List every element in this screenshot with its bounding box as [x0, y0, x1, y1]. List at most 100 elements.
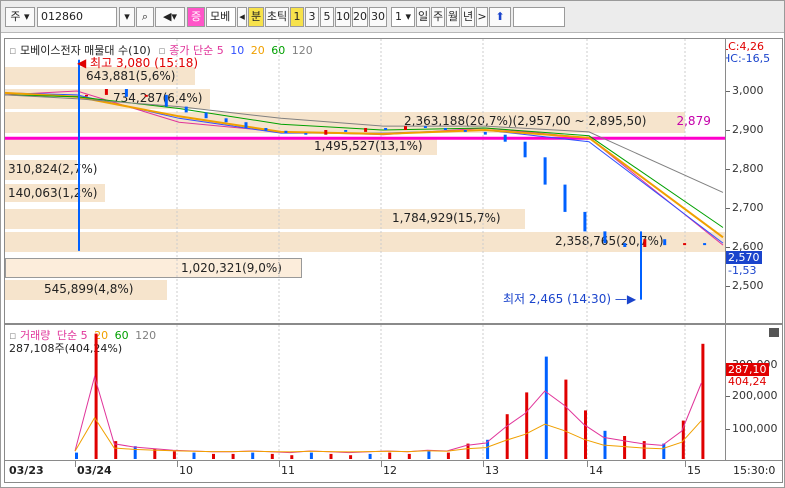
day-button[interactable]: 일 [416, 7, 430, 27]
time-tick: 15 [687, 464, 701, 477]
candle [284, 130, 288, 134]
interval-30-button[interactable]: 30 [369, 7, 387, 27]
candle [404, 126, 407, 130]
price-tickmark [726, 208, 730, 209]
hc-label: HC:-16,5 [726, 52, 771, 65]
candle [503, 134, 507, 142]
year-button[interactable]: 년 [461, 7, 475, 27]
next-button[interactable]: > [476, 7, 488, 27]
speaker-button[interactable]: ◀▾ [155, 7, 185, 27]
price-tick: 2,900 [732, 123, 764, 136]
candle [324, 130, 328, 135]
related-button[interactable]: 증 [187, 7, 205, 27]
price-chart-pane[interactable]: ▫ 모베이스전자 매물대 수(10) ▫ 종가 단순 5 10 20 60 12… [4, 38, 726, 324]
candle [623, 243, 627, 247]
candle [304, 133, 308, 135]
interval-20-label: 20 [353, 10, 367, 23]
year-label: 년 [462, 10, 474, 23]
price-tickmark [726, 247, 730, 248]
time-divider [587, 461, 588, 467]
candle [663, 239, 667, 246]
market-label: 주 [10, 10, 21, 23]
day-label: 일 [417, 10, 429, 23]
interval-30-label: 30 [371, 10, 385, 23]
period-tick-button[interactable]: 초틱 [265, 7, 289, 27]
time-divider [177, 461, 178, 467]
volume-bar [505, 414, 509, 459]
price-plot [5, 39, 725, 323]
volume-bar [75, 452, 78, 459]
triangle-left-icon: ◂ [239, 10, 245, 23]
stock-code-input[interactable]: 012860 [37, 7, 117, 27]
candle [244, 122, 248, 128]
interval-10-button[interactable]: 10 [335, 7, 351, 27]
market-select[interactable]: 주 ▾ [5, 7, 35, 27]
toolbar: 주 ▾ 012860 ▾ ⌕ ◀▾ 증 모베 ◂ 분 초틱 1 3 5 10 2… [1, 1, 784, 33]
search-button[interactable]: ⌕ [136, 7, 154, 27]
volume-bar [172, 451, 176, 459]
interval-20-button[interactable]: 20 [352, 7, 368, 27]
volume-axis: 300,000 287,10 404,24 200,000 100,000 [726, 324, 783, 461]
price-tickmark [726, 130, 730, 131]
candle [603, 231, 607, 244]
volume-bar [466, 443, 470, 459]
volume-bar [623, 436, 627, 459]
price-axis: LC:4,26 HC:-16,5 3,000 2,900 2,800 2,700… [726, 38, 783, 324]
candle [124, 89, 128, 97]
blank-input[interactable] [513, 7, 565, 27]
volume-bar [251, 452, 255, 459]
volume-bar [212, 453, 215, 459]
volume-tickmark [726, 396, 730, 397]
stock-name-field[interactable]: 모베 [206, 7, 236, 27]
volume-pct-label: 404,24 [728, 375, 767, 388]
volume-bar [349, 455, 353, 459]
volume-chart-pane[interactable]: ▫ 거래량 단순 5 20 60 120 287,108주(404,24%) [4, 324, 726, 461]
candle [543, 157, 547, 185]
volume-bar [309, 452, 313, 459]
month-label: 월 [447, 10, 459, 23]
candle [523, 141, 527, 158]
current-price-chip: 2,570 [726, 251, 762, 264]
pane-close-icon[interactable] [769, 328, 779, 337]
month-button[interactable]: 월 [446, 7, 460, 27]
code-dropdown-button[interactable]: ▾ [119, 7, 135, 27]
candle [164, 94, 168, 107]
volume-ma5-line [74, 374, 702, 454]
low-label: 최저 2,465 (14:30) [503, 292, 612, 306]
candle [184, 106, 188, 113]
low-annotation: 최저 2,465 (14:30) —▶ [503, 292, 637, 306]
candle [683, 243, 687, 246]
volume-tick: 200,000 [732, 389, 778, 402]
ma-line-5 [5, 90, 724, 246]
candle [224, 118, 228, 123]
period-minute-button[interactable]: 분 [248, 7, 264, 27]
week-button[interactable]: 주 [431, 7, 445, 27]
n-value-input[interactable]: 1 ▾ [391, 7, 415, 27]
stock-name-text: 모베 [210, 10, 231, 23]
volume-ma20-line [74, 416, 702, 453]
interval-1-label: 1 [293, 10, 301, 23]
stock-code-text: 012860 [41, 10, 83, 23]
search-icon: ⌕ [141, 10, 149, 23]
jump-button[interactable]: ⬆ [489, 7, 511, 27]
volume-bar [231, 453, 235, 459]
high-label: 최고 3,080 (15:18) [90, 56, 199, 70]
time-divider [75, 461, 76, 467]
candle [563, 184, 567, 212]
candle [443, 128, 447, 130]
candle [643, 239, 647, 247]
next-label: > [477, 10, 487, 23]
period-minute-label: 분 [250, 10, 262, 23]
interval-1-button[interactable]: 1 [290, 7, 304, 27]
candle [384, 128, 388, 130]
prev-button[interactable]: ◂ [237, 7, 247, 27]
candle [204, 112, 208, 119]
chart-window: 주 ▾ 012860 ▾ ⌕ ◀▾ 증 모베 ◂ 분 초틱 1 3 5 10 2… [0, 0, 785, 488]
interval-5-button[interactable]: 5 [320, 7, 334, 27]
candle [264, 128, 268, 131]
interval-3-button[interactable]: 3 [305, 7, 319, 27]
time-tick: 13 [485, 464, 499, 477]
time-divider [483, 461, 484, 467]
week-label: 주 [432, 10, 444, 23]
speaker-icon: ◀▾ [163, 10, 177, 23]
